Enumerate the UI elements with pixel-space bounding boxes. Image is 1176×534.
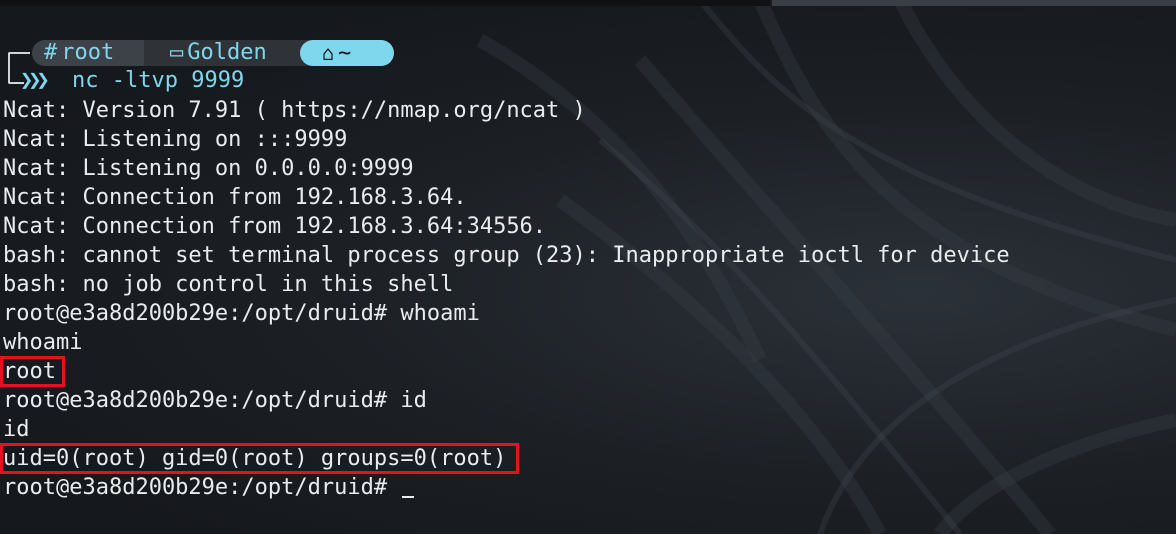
output-line: Ncat: Listening on 0.0.0.0:9999 — [3, 156, 414, 181]
hash-icon: # — [44, 40, 58, 65]
triple-chevron-icon: ❯❯❯ — [20, 68, 50, 93]
prompt-host: Golden — [187, 40, 267, 65]
output-line: Ncat: Version 7.91 ( https://nmap.org/nc… — [3, 98, 586, 123]
terminal-window[interactable]: # root ▭ Golden ⌂ ~ ❯❯❯ nc -ltvp 9999 Ncat:… — [0, 0, 1176, 534]
output-line-highlighted: uid=0(root) gid=0(root) groups=0(root) — [0, 443, 1173, 474]
prompt-command: nc -ltvp 9999 — [72, 68, 245, 93]
shell-prompt-input-line[interactable]: root@e3a8d200b29e:/opt/druid# — [3, 473, 1173, 502]
title-bar-tab — [772, 0, 1176, 6]
title-bar — [0, 0, 770, 6]
prompt-dir-segment: ⌂ ~ — [300, 40, 394, 66]
terminal-output[interactable]: Ncat: Version 7.91 ( https://nmap.org/nc… — [0, 96, 1173, 502]
output-line: bash: no job control in this shell — [3, 272, 454, 297]
home-icon: ⌂ — [322, 41, 335, 65]
shell-prompt-line: root@e3a8d200b29e:/opt/druid# id — [3, 388, 427, 413]
output-line: Ncat: Listening on :::9999 — [3, 127, 348, 152]
output-line: whoami — [3, 330, 83, 355]
output-line: Ncat: Connection from 192.168.3.64. — [3, 185, 467, 210]
prompt-dir: ~ — [338, 41, 352, 66]
output-line: id — [3, 417, 30, 442]
output-line: Ncat: Connection from 192.168.3.64:34556… — [3, 214, 547, 239]
prompt-segments: # root ▭ Golden ⌂ ~ — [0, 38, 400, 74]
output-line: bash: cannot set terminal process group … — [3, 243, 1010, 268]
id-result-highlight: uid=0(root) gid=0(root) groups=0(root) — [0, 443, 520, 474]
shell-prompt: root@e3a8d200b29e:/opt/druid# — [3, 475, 401, 500]
prompt-user-segment: # root — [32, 40, 156, 66]
prompt-user: root — [61, 40, 115, 65]
prompt-host-segment: ▭ Golden — [144, 40, 322, 66]
shell-prompt-line: root@e3a8d200b29e:/opt/druid# whoami — [3, 301, 480, 326]
prompt-command-line: ❯❯❯ nc -ltvp 9999 — [0, 66, 400, 95]
text-cursor — [402, 496, 415, 498]
output-line-highlighted: root — [0, 356, 1173, 387]
whoami-result-highlight: root — [0, 356, 65, 387]
laptop-icon: ▭ — [170, 40, 184, 65]
